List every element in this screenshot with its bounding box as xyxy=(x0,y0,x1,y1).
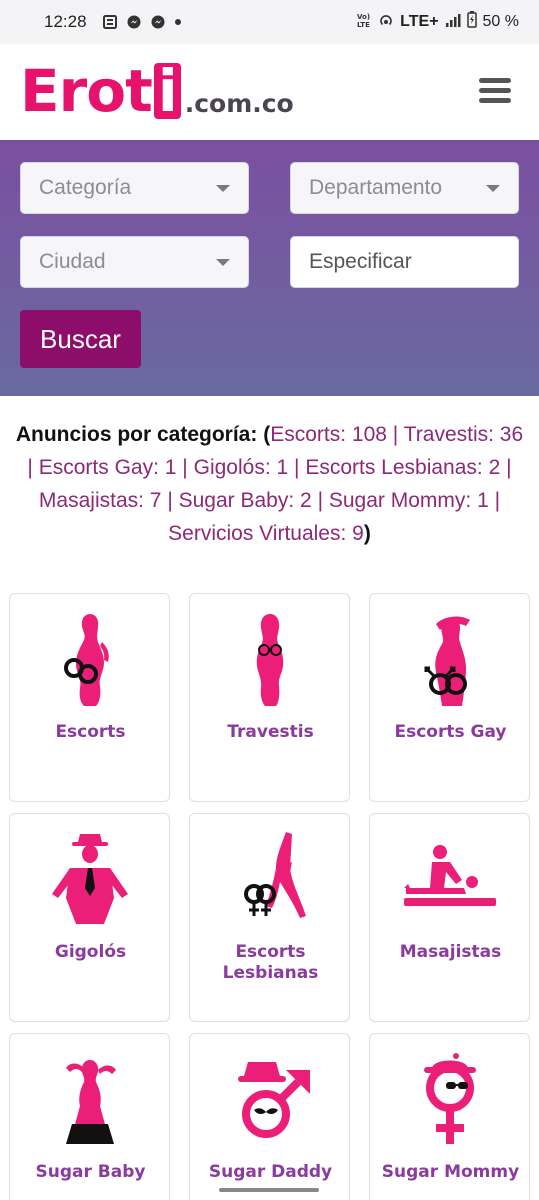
logo-prefix: Ero xyxy=(20,57,126,125)
category-label: Gigolós xyxy=(54,942,127,962)
category-card-travestis[interactable]: Travestis xyxy=(189,593,350,802)
summary-link-escorts-gay[interactable]: Escorts Gay: 1 xyxy=(39,456,177,479)
hotspot-icon xyxy=(378,12,394,33)
messenger-icon xyxy=(127,15,141,29)
category-card-escorts[interactable]: Escorts xyxy=(9,593,170,802)
dancer-silhouette-icon xyxy=(66,1060,116,1144)
man-hat-tie-icon xyxy=(52,834,128,924)
status-right: Vo) LTE LTE+ 50 % xyxy=(356,11,519,33)
especificar-placeholder: Especificar xyxy=(309,250,412,273)
svg-text:LTE: LTE xyxy=(357,21,370,28)
category-label: Sugar Daddy xyxy=(208,1162,333,1182)
notes-icon xyxy=(102,15,117,29)
buscar-button[interactable]: Buscar xyxy=(20,310,141,368)
logo-i-badge: i xyxy=(153,62,181,120)
woman-silhouette-icon xyxy=(256,614,284,706)
category-card-escorts-gay[interactable]: Escorts Gay xyxy=(369,593,530,802)
category-label: Travestis xyxy=(227,722,314,742)
female-symbol-hat-icon xyxy=(424,1053,476,1144)
summary-label: Anuncios por categoría: xyxy=(15,423,258,446)
lesbian-symbol-icon xyxy=(244,832,306,918)
ciudad-select[interactable]: Ciudad xyxy=(20,236,249,288)
summary-link-travestis[interactable]: Travestis: 36 xyxy=(404,423,523,446)
category-card-escorts-lesbianas[interactable]: Escorts Lesbianas xyxy=(189,813,350,1022)
summary-link-sugar-mommy[interactable]: Sugar Mommy: 1 xyxy=(329,489,489,512)
chevron-down-icon xyxy=(216,258,230,266)
battery-level: 50 % xyxy=(482,13,519,30)
messenger-icon-2 xyxy=(151,15,165,29)
signal-icon xyxy=(445,13,461,32)
search-panel: Categoría Departamento Ciudad Especifica… xyxy=(0,140,539,396)
departamento-select[interactable]: Departamento xyxy=(290,162,519,214)
category-label: Masajistas xyxy=(399,942,502,962)
departamento-select-value: Departamento xyxy=(309,176,443,199)
summary-link-escorts[interactable]: Escorts: 108 xyxy=(270,423,387,446)
summary-close-paren: ) xyxy=(363,522,371,545)
especificar-input[interactable]: Especificar xyxy=(290,236,519,288)
categoria-select-value: Categoría xyxy=(39,176,132,199)
summary-link-masajistas[interactable]: Masajistas: 7 xyxy=(39,489,162,512)
category-summary: Anuncios por categoría: (Escorts: 108 | … xyxy=(15,423,524,545)
categoria-select[interactable]: Categoría xyxy=(20,162,249,214)
status-time: 12:28 xyxy=(44,12,87,31)
more-notifications-dot xyxy=(174,19,181,25)
gesture-nav-bar[interactable] xyxy=(219,1188,319,1192)
category-label: Sugar Mommy xyxy=(381,1162,520,1182)
battery-charging-icon xyxy=(466,11,477,33)
category-card-masajistas[interactable]: Masajistas xyxy=(369,813,530,1022)
site-logo[interactable]: Erot i .com.co xyxy=(20,62,294,120)
category-label: Sugar Baby xyxy=(35,1162,146,1182)
category-card-sugar-baby[interactable]: Sugar Baby xyxy=(9,1033,170,1200)
ciudad-select-value: Ciudad xyxy=(39,250,106,273)
category-label: Escorts Gay xyxy=(394,722,507,742)
category-card-gigolos[interactable]: Gigolós xyxy=(9,813,170,1022)
logo-text: Erot i xyxy=(20,62,181,120)
category-label: Escorts xyxy=(55,722,126,742)
category-card-sugar-mommy[interactable]: Sugar Mommy xyxy=(369,1033,530,1200)
summary-link-sugar-baby[interactable]: Sugar Baby: 2 xyxy=(179,489,312,512)
status-bar: 12:28 Vo) LTE LTE+ 50 % xyxy=(0,0,539,44)
svg-text:Vo): Vo) xyxy=(357,13,370,21)
massage-icon xyxy=(404,845,496,906)
category-label: Escorts Lesbianas xyxy=(222,942,319,983)
chevron-down-icon xyxy=(486,184,500,192)
summary-link-gigolos[interactable]: Gigolós: 1 xyxy=(194,456,289,479)
chevron-down-icon xyxy=(216,184,230,192)
site-header: Erot i .com.co xyxy=(0,44,539,140)
logo-domain: .com.co xyxy=(184,89,294,118)
summary-link-escorts-lesbianas[interactable]: Escorts Lesbianas: 2 xyxy=(305,456,500,479)
gay-symbol-icon xyxy=(424,616,470,706)
status-left: 12:28 xyxy=(44,12,181,32)
volte-icon: Vo) LTE xyxy=(356,12,372,33)
logo-t: t xyxy=(125,57,153,125)
category-card-sugar-daddy[interactable]: Sugar Daddy xyxy=(189,1033,350,1200)
summary-link-servicios-virtuales[interactable]: Servicios Virtuales: 9 xyxy=(168,522,364,545)
male-symbol-hat-icon xyxy=(238,1062,310,1138)
network-type: LTE+ xyxy=(400,13,439,30)
hamburger-menu-icon[interactable] xyxy=(479,78,511,104)
woman-handcuffs-icon xyxy=(64,614,109,706)
